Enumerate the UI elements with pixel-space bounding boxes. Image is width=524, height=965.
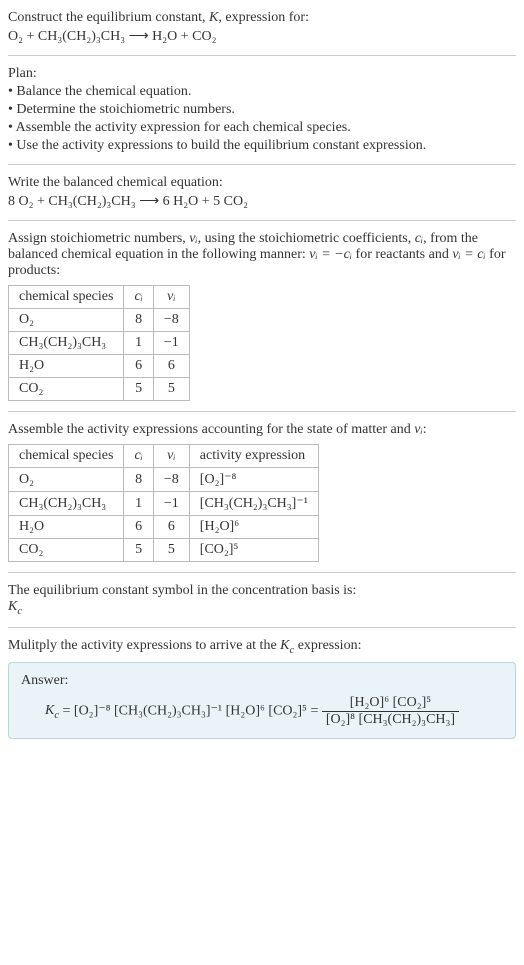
activity-title: Assemble the activity expressions accoun… xyxy=(8,422,516,438)
table-cell: [H₂O]⁶ xyxy=(189,516,318,539)
activity-nu: νᵢ xyxy=(414,422,422,437)
table-cell: CO₂ xyxy=(9,378,124,401)
table-cell: CH₃(CH₂)₃CH₃ xyxy=(9,332,124,355)
table-header: chemical species xyxy=(9,286,124,309)
stoich-text-part: , using the stoichiometric coefficients, xyxy=(198,231,415,246)
table-cell: CH₃(CH₂)₃CH₃ xyxy=(9,492,124,516)
table-cell: 6 xyxy=(124,355,153,378)
divider xyxy=(8,164,516,165)
table-cell: [CH₃(CH₂)₃CH₃]⁻¹ xyxy=(189,492,318,516)
table-cell: −8 xyxy=(153,309,189,332)
table-cell: [CO₂]⁵ xyxy=(189,539,318,562)
table-cell: −1 xyxy=(153,332,189,355)
plan-item: • Assemble the activity expression for e… xyxy=(8,120,516,136)
table-cell: 1 xyxy=(124,492,153,516)
stoich-nu: νᵢ xyxy=(189,231,197,246)
prompt-post: , expression for: xyxy=(218,10,309,25)
answer-label: Answer: xyxy=(21,673,503,689)
table-header: activity expression xyxy=(189,445,318,468)
table-cell: [O₂]⁻⁸ xyxy=(189,468,318,492)
table-header: νᵢ xyxy=(153,445,189,468)
prompt-pre: Construct the equilibrium constant, xyxy=(8,10,209,25)
table-header: cᵢ xyxy=(124,445,153,468)
activity-title-part: Assemble the activity expressions accoun… xyxy=(8,422,414,437)
stoich-table: chemical species cᵢ νᵢ O₂ 8 −8 CH₃(CH₂)₃… xyxy=(8,285,190,401)
answer-eq: = [O₂]⁻⁸ [CH₃(CH₂)₃CH₃]⁻¹ [H₂O]⁶ [CO₂]⁵ … xyxy=(63,703,322,718)
plan-item: • Balance the chemical equation. xyxy=(8,84,516,100)
prompt-section: Construct the equilibrium constant, K, e… xyxy=(8,10,516,45)
symbol-section: The equilibrium constant symbol in the c… xyxy=(8,583,516,617)
table-cell: 5 xyxy=(124,539,153,562)
table-row: O₂ 8 −8 xyxy=(9,309,190,332)
plan-section: Plan: • Balance the chemical equation. •… xyxy=(8,66,516,154)
divider xyxy=(8,220,516,221)
table-header-row: chemical species cᵢ νᵢ xyxy=(9,286,190,309)
table-cell: H₂O xyxy=(9,516,124,539)
multiply-text-part: expression: xyxy=(294,638,361,653)
table-row: H₂O 6 6 xyxy=(9,355,190,378)
stoich-ci: cᵢ xyxy=(415,231,423,246)
table-cell: 6 xyxy=(153,516,189,539)
divider xyxy=(8,627,516,628)
table-cell: 5 xyxy=(153,378,189,401)
activity-title-part: : xyxy=(423,422,427,437)
table-cell: −1 xyxy=(153,492,189,516)
table-row: H₂O 6 6 [H₂O]⁶ xyxy=(9,516,319,539)
activity-table: chemical species cᵢ νᵢ activity expressi… xyxy=(8,444,319,562)
plan-title: Plan: xyxy=(8,66,516,82)
kc-symbol: Kc xyxy=(8,599,516,617)
table-cell: 5 xyxy=(153,539,189,562)
stoich-section: Assign stoichiometric numbers, νᵢ, using… xyxy=(8,231,516,401)
activity-section: Assemble the activity expressions accoun… xyxy=(8,422,516,562)
table-row: CO₂ 5 5 xyxy=(9,378,190,401)
multiply-text-part: Mulitply the activity expressions to arr… xyxy=(8,638,280,653)
balanced-title: Write the balanced chemical equation: xyxy=(8,175,516,191)
table-cell: CO₂ xyxy=(9,539,124,562)
table-row: O₂ 8 −8 [O₂]⁻⁸ xyxy=(9,468,319,492)
table-row: CH₃(CH₂)₃CH₃ 1 −1 xyxy=(9,332,190,355)
answer-box: Answer: Kc = [O₂]⁻⁸ [CH₃(CH₂)₃CH₃]⁻¹ [H₂… xyxy=(8,662,516,739)
multiply-kc: Kc xyxy=(280,638,294,653)
answer-numerator: [H₂O]⁶ [CO₂]⁵ xyxy=(322,695,459,712)
divider xyxy=(8,55,516,56)
stoich-rel: νᵢ = cᵢ xyxy=(452,247,485,262)
stoich-rel: νᵢ = −cᵢ xyxy=(309,247,352,262)
stoich-text-part: for reactants and xyxy=(352,247,452,262)
table-header-row: chemical species cᵢ νᵢ activity expressi… xyxy=(9,445,319,468)
table-cell: 1 xyxy=(124,332,153,355)
symbol-text: The equilibrium constant symbol in the c… xyxy=(8,583,516,599)
divider xyxy=(8,411,516,412)
multiply-text: Mulitply the activity expressions to arr… xyxy=(8,638,516,656)
table-cell: 5 xyxy=(124,378,153,401)
plan-item: • Determine the stoichiometric numbers. xyxy=(8,102,516,118)
table-header: chemical species xyxy=(9,445,124,468)
answer-denominator: [O₂]⁸ [CH₃(CH₂)₃CH₃] xyxy=(322,712,459,728)
answer-fraction: [H₂O]⁶ [CO₂]⁵ [O₂]⁸ [CH₃(CH₂)₃CH₃] xyxy=(322,695,459,728)
table-cell: −8 xyxy=(153,468,189,492)
table-cell: O₂ xyxy=(9,468,124,492)
stoich-text-part: Assign stoichiometric numbers, xyxy=(8,231,189,246)
prompt-K: K xyxy=(209,10,218,25)
table-cell: 6 xyxy=(124,516,153,539)
table-cell: O₂ xyxy=(9,309,124,332)
multiply-section: Mulitply the activity expressions to arr… xyxy=(8,638,516,656)
table-cell: 8 xyxy=(124,468,153,492)
plan-item: • Use the activity expressions to build … xyxy=(8,138,516,154)
divider xyxy=(8,572,516,573)
prompt-equation: O₂ + CH₃(CH₂)₃CH₃ ⟶ H₂O + CO₂ xyxy=(8,28,516,45)
prompt-text: Construct the equilibrium constant, K, e… xyxy=(8,10,516,26)
table-cell: 8 xyxy=(124,309,153,332)
table-header: νᵢ xyxy=(153,286,189,309)
stoich-text: Assign stoichiometric numbers, νᵢ, using… xyxy=(8,231,516,279)
table-row: CO₂ 5 5 [CO₂]⁵ xyxy=(9,539,319,562)
balanced-equation: 8 O₂ + CH₃(CH₂)₃CH₃ ⟶ 6 H₂O + 5 CO₂ xyxy=(8,193,516,210)
table-header: cᵢ xyxy=(124,286,153,309)
table-cell: H₂O xyxy=(9,355,124,378)
balanced-section: Write the balanced chemical equation: 8 … xyxy=(8,175,516,210)
table-cell: 6 xyxy=(153,355,189,378)
table-row: CH₃(CH₂)₃CH₃ 1 −1 [CH₃(CH₂)₃CH₃]⁻¹ xyxy=(9,492,319,516)
answer-expression: Kc = [O₂]⁻⁸ [CH₃(CH₂)₃CH₃]⁻¹ [H₂O]⁶ [CO₂… xyxy=(21,695,503,728)
answer-lhs: Kc xyxy=(45,703,59,718)
kc-text: Kc xyxy=(8,599,22,614)
